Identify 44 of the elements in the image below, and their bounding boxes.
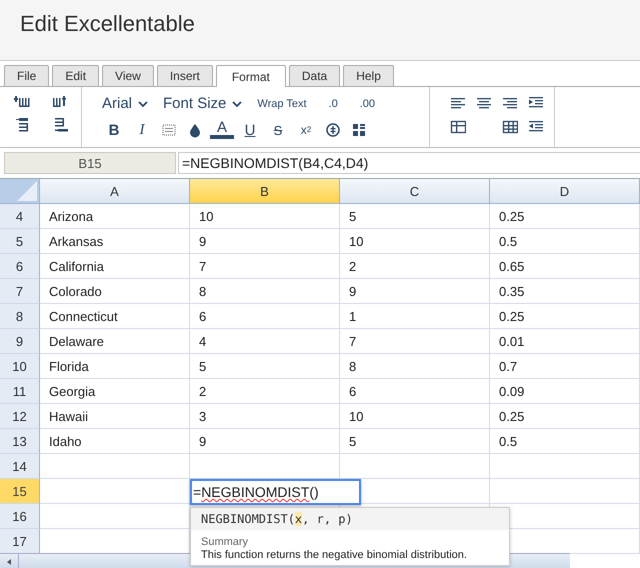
table-cell: California <box>40 254 190 279</box>
table-cell: Arizona <box>40 204 190 229</box>
table-cell: Florida <box>40 354 190 379</box>
table-cell: 3 <box>190 404 340 429</box>
table-cell: Delaware <box>40 329 190 354</box>
table-cell: 10 <box>190 204 340 229</box>
table-cell: 0.25 <box>490 304 640 329</box>
table-cell: 10 <box>340 229 490 254</box>
table-cell: 0.35 <box>490 279 640 304</box>
table-cell: Georgia <box>40 379 190 404</box>
table-cell: 5 <box>340 204 490 229</box>
page-title: Edit Excellentable <box>19 10 196 37</box>
table-cell: 10 <box>340 404 490 429</box>
table-cell: 8 <box>190 279 340 304</box>
table-cell: 0.09 <box>490 379 640 404</box>
table-cell: 0.5 <box>490 229 640 254</box>
summary-text: This function returns the negative binomial distribution. <box>200 548 468 563</box>
summary-label: Summary <box>200 535 250 548</box>
table-cell: 0.25 <box>490 404 640 429</box>
table-cell: Arkansas <box>40 229 190 254</box>
table-cell: 9 <box>190 429 340 454</box>
table-cell: 6 <box>190 304 340 329</box>
table-cell: 0.25 <box>490 204 640 229</box>
table-cell: Colorado <box>40 279 190 304</box>
table-cell: 0.01 <box>490 329 640 354</box>
table-cell: Idaho <box>40 429 190 454</box>
table-cell: 9 <box>340 279 490 304</box>
table-cell: 1 <box>340 304 490 329</box>
table-cell: 4 <box>190 329 340 354</box>
table-cell: 2 <box>190 379 340 404</box>
table-cell: 9 <box>190 229 340 254</box>
table-cell: Connecticut <box>40 304 190 329</box>
table-cell: Hawaii <box>40 404 190 429</box>
table-cell: 0.7 <box>490 354 640 379</box>
table-cell: 2 <box>340 254 490 279</box>
table-cell: 0.5 <box>490 429 640 454</box>
table-cell: 6 <box>340 379 490 404</box>
table-cell: 7 <box>190 254 340 279</box>
table-cell: 8 <box>340 354 490 379</box>
function-signature: NEGBINOMDIST(x, r, p) <box>191 508 509 530</box>
table-cell: 7 <box>340 329 490 354</box>
table-cell: 5 <box>190 354 340 379</box>
table-cell: 0.65 <box>490 254 640 279</box>
table-cell: 5 <box>340 429 490 454</box>
